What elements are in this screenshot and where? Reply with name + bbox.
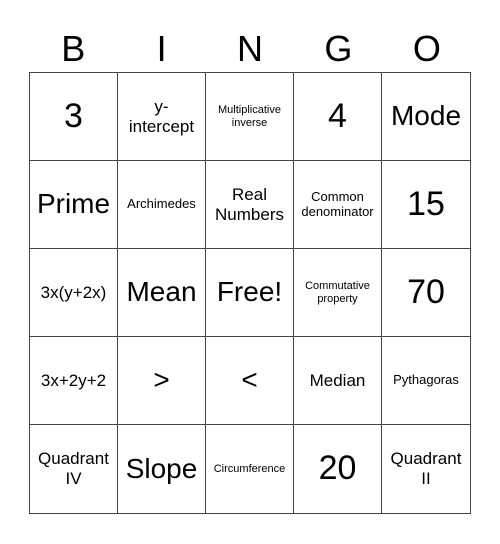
bingo-cell[interactable]: Median: [294, 337, 382, 425]
bingo-cell[interactable]: <: [206, 337, 294, 425]
header-letter-i: I: [156, 28, 167, 69]
bingo-cell[interactable]: >: [118, 337, 206, 425]
bingo-cell[interactable]: 20: [294, 425, 382, 513]
bingo-header: B I N G O: [29, 26, 471, 72]
bingo-cell[interactable]: Mode: [382, 73, 470, 161]
bingo-cell[interactable]: Real Numbers: [206, 161, 294, 249]
bingo-cell[interactable]: Prime: [30, 161, 118, 249]
bingo-cell[interactable]: Mean: [118, 249, 206, 337]
bingo-cell[interactable]: Circumference: [206, 425, 294, 513]
bingo-cell[interactable]: Multiplicative inverse: [206, 73, 294, 161]
bingo-cell[interactable]: Pythagoras: [382, 337, 470, 425]
bingo-cell[interactable]: 3x(y+2x): [30, 249, 118, 337]
bingo-cell[interactable]: 70: [382, 249, 470, 337]
header-letter-n: N: [237, 28, 264, 69]
bingo-card-grid: 3 y- intercept Multiplicative inverse 4 Mode…: [29, 72, 471, 514]
header-letter-b: B: [61, 28, 86, 69]
bingo-cell[interactable]: 3x+2y+2: [30, 337, 118, 425]
header-letter-g: G: [324, 28, 353, 69]
bingo-cell[interactable]: 4: [294, 73, 382, 161]
bingo-cell[interactable]: Quadrant II: [382, 425, 470, 513]
bingo-cell[interactable]: y- intercept: [118, 73, 206, 161]
bingo-cell[interactable]: Archimedes: [118, 161, 206, 249]
header-letter-o: O: [412, 28, 441, 69]
bingo-cell[interactable]: Common denominator: [294, 161, 382, 249]
bingo-cell[interactable]: Quadrant IV: [30, 425, 118, 513]
bingo-cell[interactable]: Commutative property: [294, 249, 382, 337]
bingo-cell[interactable]: Slope: [118, 425, 206, 513]
bingo-cell[interactable]: 3: [30, 73, 118, 161]
free-space-cell[interactable]: Free!: [206, 249, 294, 337]
bingo-cell[interactable]: 15: [382, 161, 470, 249]
